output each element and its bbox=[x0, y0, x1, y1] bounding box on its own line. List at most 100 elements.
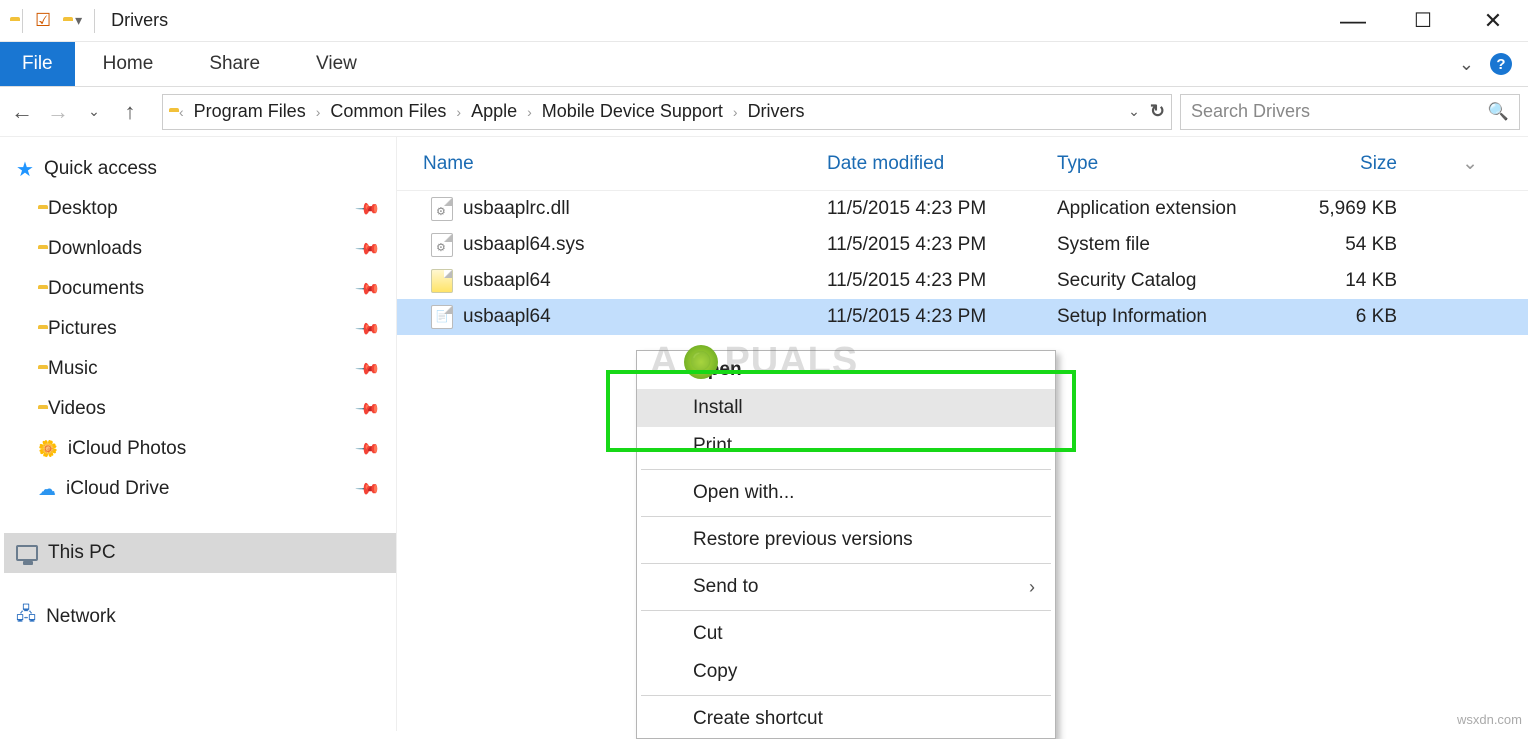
sidebar-item-label: iCloud Drive bbox=[66, 478, 169, 500]
network-icon: 🖧 bbox=[16, 602, 36, 632]
context-separator bbox=[641, 469, 1051, 470]
sidebar-label: Network bbox=[46, 606, 116, 628]
ribbon: File Home Share View ⌄ ? bbox=[0, 42, 1528, 87]
context-separator bbox=[641, 695, 1051, 696]
sidebar-item-downloads[interactable]: Downloads 📌 bbox=[4, 229, 396, 269]
context-label: Restore previous versions bbox=[693, 529, 913, 551]
sidebar-item-label: Music bbox=[48, 358, 98, 380]
breadcrumb-item[interactable]: Apple bbox=[465, 101, 523, 122]
pin-icon: 📌 bbox=[354, 355, 382, 383]
context-copy[interactable]: Copy bbox=[637, 653, 1055, 691]
context-install[interactable]: Install bbox=[637, 389, 1055, 427]
file-row[interactable]: usbaapl64 11/5/2015 4:23 PM Security Cat… bbox=[397, 263, 1528, 299]
sidebar-item-label: iCloud Photos bbox=[68, 438, 186, 460]
sidebar-item-label: Desktop bbox=[48, 198, 118, 220]
pin-icon: 📌 bbox=[354, 195, 382, 223]
tab-view[interactable]: View bbox=[288, 42, 385, 86]
up-button[interactable]: ↑ bbox=[116, 99, 144, 125]
refresh-icon[interactable]: ↻ bbox=[1150, 101, 1165, 122]
breadcrumb-item[interactable]: Common Files bbox=[324, 101, 452, 122]
dll-icon bbox=[431, 197, 453, 221]
file-row[interactable]: usbaapl64 11/5/2015 4:23 PM Setup Inform… bbox=[397, 299, 1528, 335]
tab-home[interactable]: Home bbox=[75, 42, 182, 86]
help-icon[interactable]: ? bbox=[1490, 53, 1512, 75]
flower-icon: 🌼 bbox=[38, 439, 58, 459]
sys-icon bbox=[431, 233, 453, 257]
credit-text: wsxdn.com bbox=[1457, 712, 1522, 727]
recent-dropdown-icon[interactable]: ⌄ bbox=[80, 103, 108, 120]
pin-icon: 📌 bbox=[354, 235, 382, 263]
context-separator bbox=[641, 610, 1051, 611]
chevron-right-icon: › bbox=[523, 104, 536, 120]
sidebar-this-pc[interactable]: This PC bbox=[4, 533, 396, 573]
sidebar-network[interactable]: 🖧 Network bbox=[4, 597, 396, 637]
ribbon-collapse-icon[interactable]: ⌄ bbox=[1459, 54, 1474, 75]
column-type[interactable]: Type bbox=[1057, 153, 1297, 175]
file-row[interactable]: usbaapl64.sys 11/5/2015 4:23 PM System f… bbox=[397, 227, 1528, 263]
context-send-to[interactable]: Send to› bbox=[637, 568, 1055, 606]
sidebar-label: This PC bbox=[48, 542, 116, 564]
close-button[interactable]: ✕ bbox=[1458, 0, 1528, 42]
tab-share[interactable]: Share bbox=[181, 42, 288, 86]
spacer bbox=[4, 509, 396, 533]
context-restore[interactable]: Restore previous versions bbox=[637, 521, 1055, 559]
sidebar-item-icloud-photos[interactable]: 🌼 iCloud Photos 📌 bbox=[4, 429, 396, 469]
file-type: Security Catalog bbox=[1057, 270, 1297, 292]
file-date: 11/5/2015 4:23 PM bbox=[827, 234, 1057, 256]
sidebar-item-documents[interactable]: Documents 📌 bbox=[4, 269, 396, 309]
context-print[interactable]: Print bbox=[637, 427, 1055, 465]
context-label: Copy bbox=[693, 661, 737, 683]
pin-icon: 📌 bbox=[354, 435, 382, 463]
sidebar-item-label: Pictures bbox=[48, 318, 117, 340]
context-label: Open bbox=[693, 359, 742, 381]
breadcrumb-item[interactable]: Program Files bbox=[188, 101, 312, 122]
sidebar-quick-access[interactable]: ★ Quick access bbox=[4, 149, 396, 189]
column-more-icon[interactable]: ⌄ bbox=[1427, 152, 1528, 175]
sidebar-item-label: Documents bbox=[48, 278, 144, 300]
sidebar: ★ Quick access Desktop 📌 Downloads 📌 Doc… bbox=[0, 137, 397, 731]
pin-icon: 📌 bbox=[354, 395, 382, 423]
back-button[interactable]: ← bbox=[8, 99, 36, 125]
file-name: usbaapl64 bbox=[463, 270, 551, 292]
breadcrumb-item[interactable]: Drivers bbox=[742, 101, 811, 122]
maximize-button[interactable]: ☐ bbox=[1388, 0, 1458, 42]
sidebar-item-icloud-drive[interactable]: ☁ iCloud Drive 📌 bbox=[4, 469, 396, 509]
sidebar-label: Quick access bbox=[44, 158, 157, 180]
column-name[interactable]: Name bbox=[397, 153, 827, 175]
forward-button[interactable]: → bbox=[44, 99, 72, 125]
context-open[interactable]: Open bbox=[637, 351, 1055, 389]
file-date: 11/5/2015 4:23 PM bbox=[827, 270, 1057, 292]
pin-icon: 📌 bbox=[354, 275, 382, 303]
chevron-right-icon: › bbox=[312, 104, 325, 120]
file-size: 54 KB bbox=[1297, 234, 1427, 256]
sidebar-item-desktop[interactable]: Desktop 📌 bbox=[4, 189, 396, 229]
file-tab[interactable]: File bbox=[0, 42, 75, 86]
breadcrumb-item[interactable]: Mobile Device Support bbox=[536, 101, 729, 122]
sidebar-item-pictures[interactable]: Pictures 📌 bbox=[4, 309, 396, 349]
sidebar-item-videos[interactable]: Videos 📌 bbox=[4, 389, 396, 429]
context-create-shortcut[interactable]: Create shortcut bbox=[637, 700, 1055, 738]
sidebar-item-music[interactable]: Music 📌 bbox=[4, 349, 396, 389]
minimize-button[interactable]: — bbox=[1318, 0, 1388, 42]
search-placeholder: Search Drivers bbox=[1191, 101, 1310, 122]
history-dropdown-icon[interactable]: ⌄ bbox=[1128, 103, 1140, 120]
breadcrumb[interactable]: ‹ Program Files › Common Files › Apple ›… bbox=[162, 94, 1172, 130]
pin-icon: 📌 bbox=[354, 315, 382, 343]
qat-dropdown-icon[interactable]: ▾ bbox=[75, 12, 82, 29]
title-bar: ☑ ▾ Drivers — ☐ ✕ bbox=[0, 0, 1528, 42]
file-date: 11/5/2015 4:23 PM bbox=[827, 306, 1057, 328]
search-input[interactable]: Search Drivers 🔍 bbox=[1180, 94, 1520, 130]
file-name: usbaapl64 bbox=[463, 306, 551, 328]
spacer bbox=[4, 573, 396, 597]
file-date: 11/5/2015 4:23 PM bbox=[827, 198, 1057, 220]
context-cut[interactable]: Cut bbox=[637, 615, 1055, 653]
qat-properties-icon[interactable]: ☑ bbox=[35, 10, 51, 31]
column-date[interactable]: Date modified bbox=[827, 153, 1057, 175]
chevron-left-icon[interactable]: ‹ bbox=[175, 104, 188, 120]
file-row[interactable]: usbaaplrc.dll 11/5/2015 4:23 PM Applicat… bbox=[397, 191, 1528, 227]
column-size[interactable]: Size bbox=[1297, 153, 1427, 175]
search-icon[interactable]: 🔍 bbox=[1488, 102, 1509, 122]
file-name: usbaaplrc.dll bbox=[463, 198, 570, 220]
context-label: Print bbox=[693, 435, 732, 457]
context-open-with[interactable]: Open with... bbox=[637, 474, 1055, 512]
